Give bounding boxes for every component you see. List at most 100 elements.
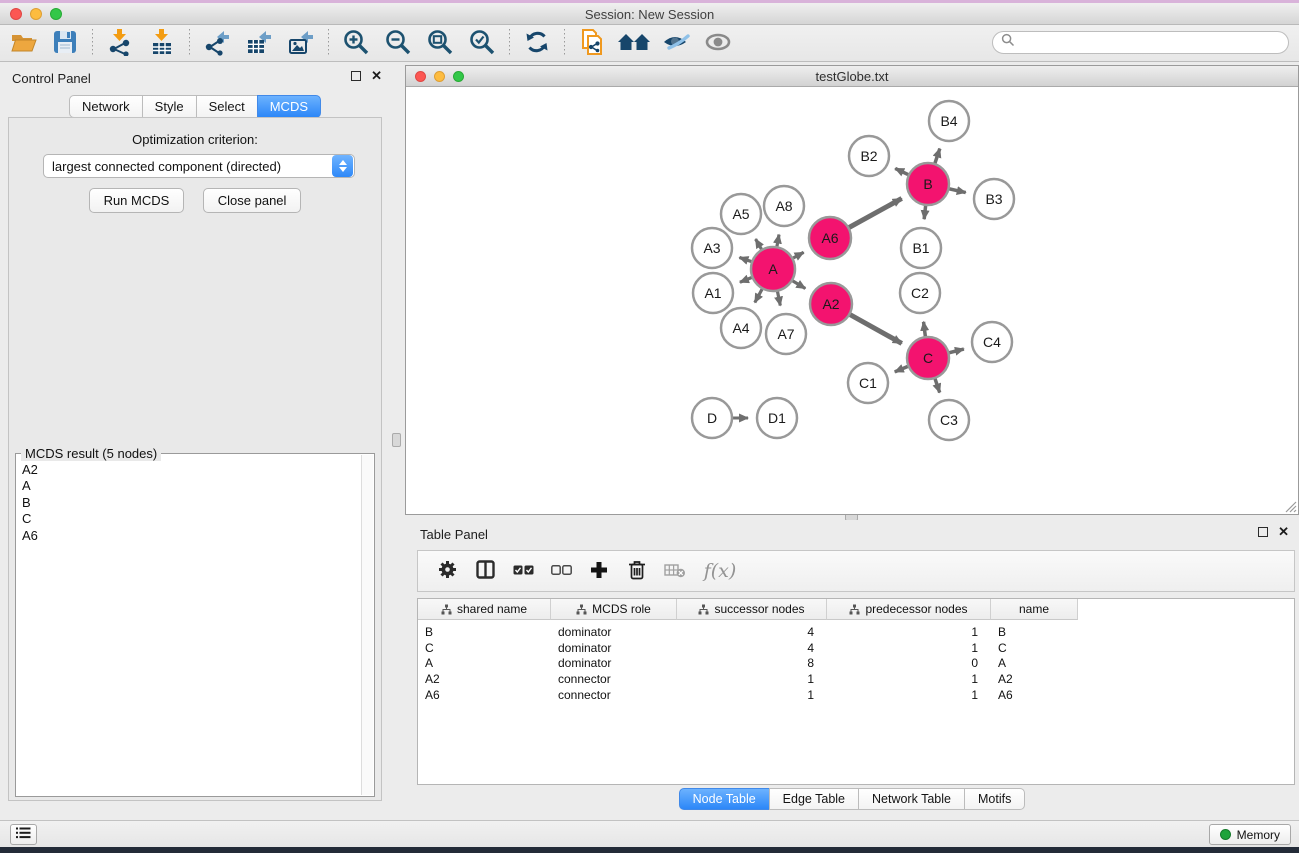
zoom-in-button[interactable] [339, 27, 373, 59]
network-graph[interactable]: B4 B2 B B3 A8 A5 A6 A3 B1 A A1 C2 A2 A4A7 C4 C C1 C3 D D1 [406, 87, 1298, 514]
graph-node-A6[interactable]: A6 [809, 217, 851, 259]
mcds-result-item[interactable]: A [17, 478, 361, 494]
network-window-titlebar[interactable]: testGlobe.txt [406, 66, 1298, 87]
toolbar-separator [189, 29, 190, 57]
graph-node-B2[interactable]: B2 [849, 136, 889, 176]
column-header-mcds-role[interactable]: MCDS role [551, 599, 677, 620]
graph-node-A7[interactable]: A7 [766, 314, 806, 354]
resize-grip-icon[interactable] [1283, 499, 1297, 513]
node-table[interactable]: shared name MCDS role successor nodes pr… [417, 598, 1295, 785]
create-column-button[interactable] [584, 555, 614, 587]
import-table-icon [148, 28, 176, 59]
graph-node-A8[interactable]: A8 [764, 186, 804, 226]
graph-node-B3[interactable]: B3 [974, 179, 1014, 219]
open-session-button[interactable] [6, 27, 40, 59]
zoom-fit-button[interactable] [423, 27, 457, 59]
tab-edge-table[interactable]: Edge Table [769, 788, 859, 810]
table-settings-button[interactable] [432, 555, 462, 587]
close-panel-button[interactable]: Close panel [203, 188, 302, 213]
tab-motifs[interactable]: Motifs [964, 788, 1025, 810]
mcds-result-item[interactable]: A6 [17, 528, 361, 544]
graph-node-D1[interactable]: D1 [757, 398, 797, 438]
search-input[interactable] [1015, 34, 1288, 52]
graph-node-D[interactable]: D [692, 398, 732, 438]
graph-node-B[interactable]: B [907, 163, 949, 205]
graph-node-A4[interactable]: A4 [721, 308, 761, 348]
tab-mcds[interactable]: MCDS [257, 95, 321, 118]
graph-node-C1[interactable]: C1 [848, 363, 888, 403]
mcds-result-item[interactable]: B [17, 495, 361, 511]
svg-text:B: B [923, 176, 932, 192]
table-row[interactable]: C dominator 4 1 C [418, 640, 1294, 656]
graph-node-B4[interactable]: B4 [929, 101, 969, 141]
import-network-button[interactable] [103, 27, 137, 59]
export-image-button[interactable] [284, 27, 318, 59]
graph-node-C3[interactable]: C3 [929, 400, 969, 440]
graph-node-C4[interactable]: C4 [972, 322, 1012, 362]
show-columns-button[interactable] [470, 555, 500, 587]
home-button[interactable] [617, 27, 651, 59]
show-all-button[interactable] [701, 27, 735, 59]
graph-node-C[interactable]: C [907, 337, 949, 379]
network-canvas[interactable]: B4 B2 B B3 A8 A5 A6 A3 B1 A A1 C2 A2 A4A7 C4 C C1 C3 D D1 [406, 87, 1298, 514]
column-header-predecessor-nodes[interactable]: predecessor nodes [827, 599, 991, 620]
column-header-shared-name[interactable]: shared name [418, 599, 551, 620]
tab-select[interactable]: Select [196, 95, 258, 118]
copy-network-button[interactable] [575, 27, 609, 59]
export-network-button[interactable] [200, 27, 234, 59]
search-field[interactable] [992, 31, 1289, 54]
table-row[interactable]: A6 connector 1 1 A6 [418, 687, 1294, 703]
table-panel-title: Table Panel [420, 527, 488, 542]
table-row[interactable]: B dominator 4 1 B [418, 624, 1294, 640]
save-session-button[interactable] [48, 27, 82, 59]
graph-node-A[interactable]: A [751, 247, 795, 291]
save-floppy-icon [51, 28, 79, 59]
import-table-button[interactable] [145, 27, 179, 59]
svg-text:C1: C1 [859, 375, 877, 391]
task-history-button[interactable] [10, 824, 37, 845]
mcds-result-item[interactable]: C [17, 511, 361, 527]
graph-node-A3[interactable]: A3 [692, 228, 732, 268]
main-titlebar[interactable]: Session: New Session [0, 3, 1299, 25]
zoom-out-button[interactable] [381, 27, 415, 59]
tab-network[interactable]: Network [69, 95, 143, 118]
import-network-icon [106, 28, 134, 59]
memory-button[interactable]: Memory [1209, 824, 1291, 845]
float-panel-icon[interactable] [351, 71, 361, 81]
zoom-selected-button[interactable] [465, 27, 499, 59]
close-panel-icon[interactable]: ✕ [371, 71, 382, 81]
graph-node-A5[interactable]: A5 [721, 194, 761, 234]
vertical-splitter-handle[interactable] [392, 433, 401, 447]
table-row[interactable]: A2 connector 1 1 A2 [418, 671, 1294, 687]
svg-text:C4: C4 [983, 334, 1001, 350]
graph-node-A2[interactable]: A2 [810, 283, 852, 325]
export-table-button[interactable] [242, 27, 276, 59]
optimization-criterion-select[interactable]: largest connected component (directed) [43, 154, 355, 178]
delete-table-button[interactable] [660, 555, 690, 587]
svg-text:A8: A8 [775, 198, 792, 214]
graph-node-A1[interactable]: A1 [693, 273, 733, 313]
column-header-successor-nodes[interactable]: successor nodes [677, 599, 827, 620]
mcds-result-box: MCDS result (5 nodes) A2 A B C A6 [15, 453, 375, 797]
graph-node-B1[interactable]: B1 [901, 228, 941, 268]
mcds-result-list[interactable]: A2 A B C A6 [17, 462, 361, 795]
select-all-rows-button[interactable] [508, 555, 538, 587]
table-row[interactable]: A dominator 8 0 A [418, 655, 1294, 671]
graph-node-C2[interactable]: C2 [900, 273, 940, 313]
result-list-scrollbar[interactable] [361, 455, 373, 795]
gear-icon [438, 560, 457, 582]
function-builder-button[interactable]: f(x) [698, 555, 742, 587]
mcds-result-item[interactable]: A2 [17, 462, 361, 478]
run-mcds-button[interactable]: Run MCDS [89, 188, 185, 213]
toolbar-separator [328, 29, 329, 57]
delete-column-button[interactable] [622, 555, 652, 587]
tab-node-table[interactable]: Node Table [679, 788, 770, 810]
float-table-panel-icon[interactable] [1258, 527, 1268, 537]
hide-selected-button[interactable] [659, 27, 693, 59]
column-header-name[interactable]: name [991, 599, 1078, 620]
close-table-panel-icon[interactable]: ✕ [1278, 527, 1289, 537]
tab-network-table[interactable]: Network Table [858, 788, 965, 810]
tab-style[interactable]: Style [142, 95, 197, 118]
deselect-all-rows-button[interactable] [546, 555, 576, 587]
refresh-view-button[interactable] [520, 27, 554, 59]
